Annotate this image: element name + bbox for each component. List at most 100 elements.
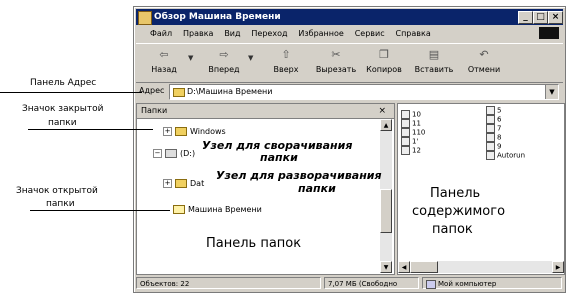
minimize-button[interactable]: _: [518, 11, 533, 24]
item-label: 11: [412, 119, 421, 128]
title-bar[interactable]: Обзор Машина Времени _ □ ×: [136, 9, 563, 25]
file-icon: [401, 128, 410, 137]
item-label: 10: [412, 110, 421, 119]
file-icon: [486, 115, 495, 124]
annotation-folders-panel: Панель папок: [206, 236, 302, 251]
list-item[interactable]: 11: [401, 119, 431, 128]
item-label: 9: [497, 142, 502, 151]
collapse-node-icon[interactable]: −: [153, 149, 162, 158]
back-dropdown-icon[interactable]: ▼: [188, 54, 193, 62]
maximize-button[interactable]: □: [533, 11, 548, 24]
toolbar: ⇦ Назад ▼ ⇨ Вперед ▼ ⇧ Вверх ✂ Вырезать …: [136, 43, 563, 83]
list-item[interactable]: 110: [401, 128, 431, 137]
list-item[interactable]: 1': [401, 137, 431, 146]
scroll-left-icon[interactable]: ◀: [398, 261, 410, 273]
undo-label: Отмени: [467, 65, 501, 74]
menu-edit[interactable]: Правка: [183, 27, 213, 41]
tree-item-windows[interactable]: + Windows: [163, 126, 226, 138]
menu-tools[interactable]: Сервис: [355, 27, 385, 41]
menu-file[interactable]: Файл: [150, 27, 172, 41]
up-button[interactable]: ⇧ Вверх: [264, 48, 308, 74]
annotation-expand-node-2: папки: [298, 182, 336, 195]
expand-node-icon[interactable]: +: [163, 179, 172, 188]
item-label: Autorun: [497, 151, 526, 160]
back-label: Назад: [151, 65, 177, 74]
scroll-up-icon[interactable]: ▲: [380, 119, 392, 131]
open-folder-icon: [173, 205, 185, 214]
folders-pane-close-icon[interactable]: ×: [378, 104, 386, 118]
item-label: 5: [497, 106, 502, 115]
contents-hscrollbar[interactable]: ◀ ▶: [398, 261, 564, 273]
file-icon: [401, 137, 410, 146]
annotation-closed-folder-1: Значок закрытой: [22, 104, 104, 114]
list-item[interactable]: 12: [401, 146, 431, 155]
folders-scrollbar[interactable]: ▲ ▼: [380, 119, 392, 273]
tree-item-time-machine[interactable]: Машина Времени: [173, 204, 262, 216]
tree-item-label: Dat: [190, 179, 205, 188]
up-folder-icon: ⇧: [281, 48, 291, 61]
window-title: Обзор Машина Времени: [154, 12, 281, 22]
address-value: D:\Машина Времени: [187, 87, 273, 96]
paste-icon: ▤: [428, 48, 440, 61]
undo-icon: ↶: [479, 48, 489, 61]
list-item[interactable]: 8: [486, 133, 536, 142]
scroll-thumb[interactable]: [380, 189, 392, 233]
scissors-icon: ✂: [331, 48, 341, 61]
item-label: 110: [412, 128, 426, 137]
file-icon: [486, 124, 495, 133]
menu-favorites[interactable]: Избранное: [298, 27, 343, 41]
contents-pane: 10 11 110 1' 12 5 6 7 8 9 Autorun ◀ ▶: [397, 103, 565, 275]
cut-button[interactable]: ✂ Вырезать: [314, 48, 358, 74]
menu-go[interactable]: Переход: [251, 27, 287, 41]
address-dropdown-icon[interactable]: ▼: [545, 85, 558, 99]
tree-item-drive-d[interactable]: − (D:): [153, 148, 195, 160]
list-item[interactable]: 10: [401, 110, 431, 119]
menu-bar: Файл Правка Вид Переход Избранное Сервис…: [136, 27, 563, 41]
undo-button[interactable]: ↶ Отмени: [462, 48, 506, 74]
file-icon: [401, 110, 410, 119]
hscroll-thumb[interactable]: [410, 261, 438, 273]
back-button[interactable]: ⇦ Назад: [142, 48, 186, 74]
annotation-open-folder-1: Значок открытой: [16, 186, 98, 196]
file-icon: [401, 146, 410, 155]
cut-label: Вырезать: [315, 65, 357, 74]
item-label: 12: [412, 146, 421, 155]
menu-view[interactable]: Вид: [224, 27, 240, 41]
list-item[interactable]: 9: [486, 142, 536, 151]
forward-dropdown-icon[interactable]: ▼: [248, 54, 253, 62]
status-size: 7,07 МБ (Свободно: [324, 277, 419, 289]
list-item[interactable]: 6: [486, 115, 536, 124]
forward-button[interactable]: ⇨ Вперед: [202, 48, 246, 74]
paste-button[interactable]: ▤ Вставить: [412, 48, 456, 74]
status-location-label: Мой компьютер: [438, 280, 497, 288]
menu-help[interactable]: Справка: [395, 27, 430, 41]
status-bar: Объектов: 22 7,07 МБ (Свободно Мой компь…: [136, 277, 563, 290]
close-button[interactable]: ×: [548, 11, 563, 24]
closed-folder-icon: [175, 179, 187, 188]
item-label: 7: [497, 124, 502, 133]
file-icon: [486, 142, 495, 151]
list-item[interactable]: Autorun: [486, 151, 536, 160]
back-arrow-icon: ⇦: [159, 48, 169, 61]
tree-item-dat[interactable]: + Dat: [163, 178, 204, 190]
scroll-right-icon[interactable]: ▶: [552, 261, 564, 273]
address-input[interactable]: D:\Машина Времени ▼: [169, 84, 559, 100]
copy-label: Копиров: [366, 65, 402, 74]
annotation-contents-panel-3: папок: [432, 222, 473, 237]
up-label: Вверх: [273, 65, 299, 74]
computer-icon: [426, 279, 436, 289]
folders-pane-title: Папки: [141, 106, 168, 115]
folder-icon: [173, 88, 185, 97]
forward-arrow-icon: ⇨: [219, 48, 229, 61]
scroll-down-icon[interactable]: ▼: [380, 261, 392, 273]
file-icon: [486, 151, 495, 160]
annotation-line: [28, 129, 153, 130]
copy-button[interactable]: ❐ Копиров: [362, 48, 406, 74]
list-item[interactable]: 7: [486, 124, 536, 133]
list-item[interactable]: 5: [486, 106, 536, 115]
expand-node-icon[interactable]: +: [163, 127, 172, 136]
annotation-collapse-node-2: папки: [260, 151, 298, 164]
tree-item-label: (D:): [180, 149, 196, 158]
windows-logo-icon: [539, 27, 559, 39]
explorer-app-icon: [138, 11, 152, 25]
